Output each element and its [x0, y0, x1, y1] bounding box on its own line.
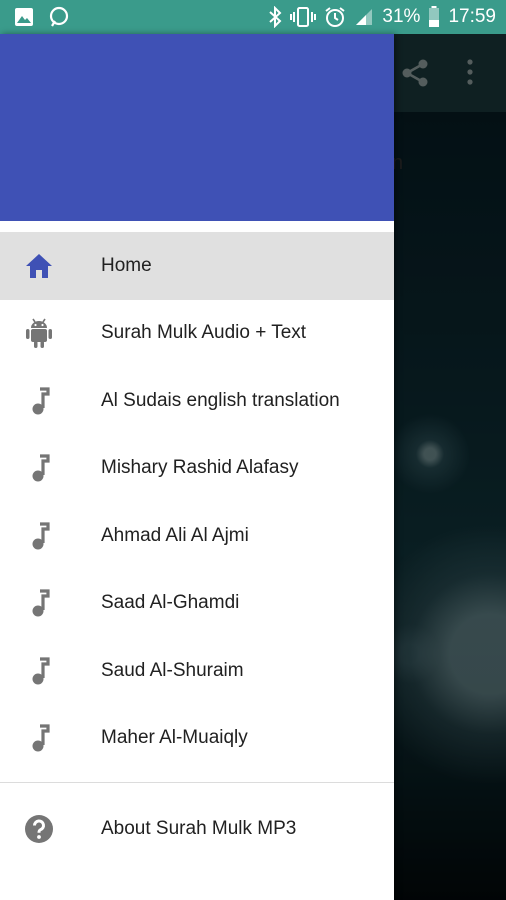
drawer-item-surah-mulk-audio-text[interactable]: Surah Mulk Audio + Text: [0, 300, 394, 368]
music-note-icon: [24, 656, 54, 686]
help-icon: [24, 814, 54, 844]
alarm-icon: [324, 6, 346, 28]
drawer-item-label: Surah Mulk Audio + Text: [101, 322, 307, 344]
drawer-menu: Home Surah Mulk Audio + Text Al Sudais e…: [0, 221, 394, 863]
battery-percent: 31%: [382, 6, 421, 27]
music-note-icon: [24, 453, 54, 483]
drawer-item-ahmad-ali[interactable]: Ahmad Ali Al Ajmi: [0, 502, 394, 570]
drawer-item-mishary-rashid[interactable]: Mishary Rashid Alafasy: [0, 435, 394, 503]
drawer-item-al-sudais[interactable]: Al Sudais english translation: [0, 367, 394, 435]
drawer-item-label: Mishary Rashid Alafasy: [101, 457, 299, 479]
drawer-item-label: Saud Al-Shuraim: [101, 659, 244, 681]
music-note-icon: [24, 588, 54, 618]
drawer-item-home[interactable]: Home: [0, 232, 394, 300]
drawer-item-label: Al Sudais english translation: [101, 389, 340, 411]
battery-icon: [428, 6, 440, 28]
bluetooth-icon: [268, 6, 282, 28]
chat-bubble-icon: [48, 6, 70, 33]
clock-time: 17:59: [448, 6, 496, 27]
music-note-icon: [24, 521, 54, 551]
music-note-icon: [24, 386, 54, 416]
drawer-item-label: About Surah Mulk MP3: [101, 817, 297, 839]
drawer-item-label: Saad Al-Ghamdi: [101, 592, 240, 614]
signal-icon: [354, 7, 374, 27]
status-bar: 31% 17:59: [0, 0, 506, 34]
drawer-header: [0, 34, 394, 221]
drawer-item-label: Home: [101, 254, 152, 276]
drawer-item-label: Ahmad Ali Al Ajmi: [101, 524, 249, 546]
android-icon: [24, 318, 54, 349]
drawer-item-saad-al-ghamdi[interactable]: Saad Al-Ghamdi: [0, 570, 394, 638]
drawer-item-saud-al-shuraim[interactable]: Saud Al-Shuraim: [0, 637, 394, 705]
gallery-icon: [14, 7, 34, 32]
drawer-divider: [0, 782, 394, 783]
navigation-drawer: Home Surah Mulk Audio + Text Al Sudais e…: [0, 34, 394, 900]
home-icon: [24, 251, 54, 281]
vibrate-icon: [290, 6, 317, 28]
music-note-icon: [24, 723, 54, 753]
drawer-item-maher-al-muaiqly[interactable]: Maher Al-Muaiqly: [0, 705, 394, 773]
drawer-item-label: Maher Al-Muaiqly: [101, 727, 248, 749]
drawer-item-about[interactable]: About Surah Mulk MP3: [0, 795, 394, 863]
